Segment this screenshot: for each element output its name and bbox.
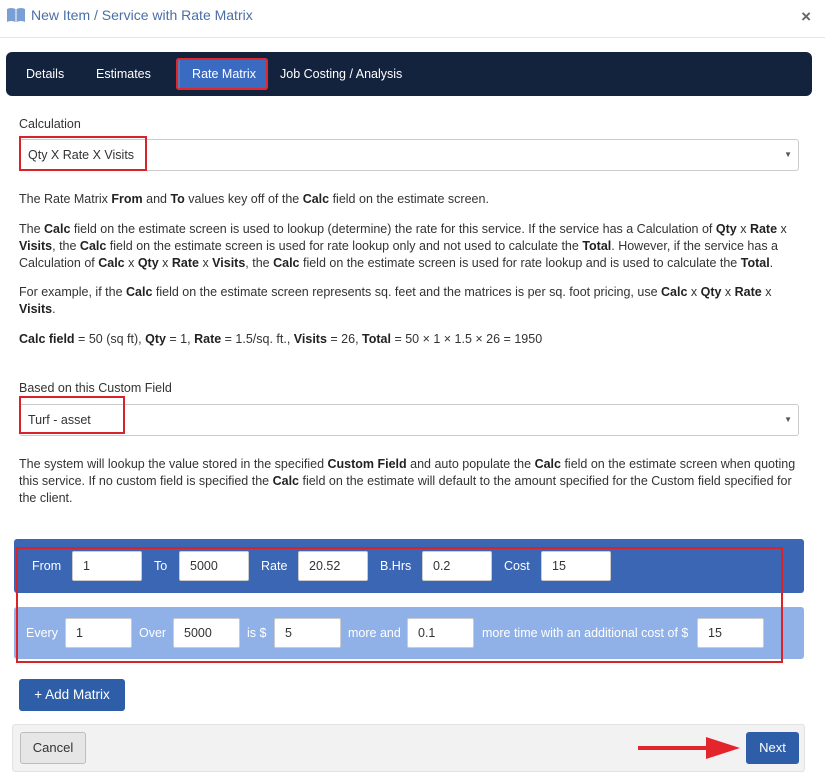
- custom-field-label: Based on this Custom Field: [19, 381, 172, 395]
- arrow-right-icon: [638, 737, 740, 759]
- info-paragraph-1: The Rate Matrix From and To values key o…: [19, 192, 489, 206]
- caret-down-icon: ▼: [784, 415, 792, 424]
- info-paragraph-4: Calc field = 50 (sq ft), Qty = 1, Rate =…: [19, 332, 543, 346]
- highlight-box: [19, 396, 125, 434]
- info-paragraph-5: The system will lookup the value stored …: [19, 457, 796, 505]
- modal-title: New Item / Service with Rate Matrix: [31, 7, 253, 23]
- book-icon: [6, 7, 26, 26]
- cancel-button[interactable]: Cancel: [20, 732, 86, 764]
- custom-field-select[interactable]: Turf - asset ▼: [19, 404, 799, 436]
- add-matrix-button[interactable]: + Add Matrix: [19, 679, 125, 711]
- tab-estimates[interactable]: Estimates: [96, 52, 151, 96]
- highlight-box: [19, 136, 147, 171]
- close-icon[interactable]: ×: [801, 7, 811, 27]
- highlight-box: [16, 547, 783, 663]
- info-paragraph-2: The Calc field on the estimate screen is…: [19, 222, 787, 270]
- tab-job-costing[interactable]: Job Costing / Analysis: [280, 52, 402, 96]
- tab-bar: Details Estimates Rate Matrix Job Costin…: [6, 52, 812, 96]
- next-button[interactable]: Next: [746, 732, 799, 764]
- tab-rate-matrix[interactable]: Rate Matrix: [176, 58, 268, 90]
- caret-down-icon: ▼: [784, 150, 792, 159]
- modal-header: New Item / Service with Rate Matrix ×: [0, 0, 825, 38]
- tab-details[interactable]: Details: [26, 52, 64, 96]
- info-paragraph-3: For example, if the Calc field on the es…: [19, 285, 772, 316]
- calculation-label: Calculation: [19, 117, 81, 131]
